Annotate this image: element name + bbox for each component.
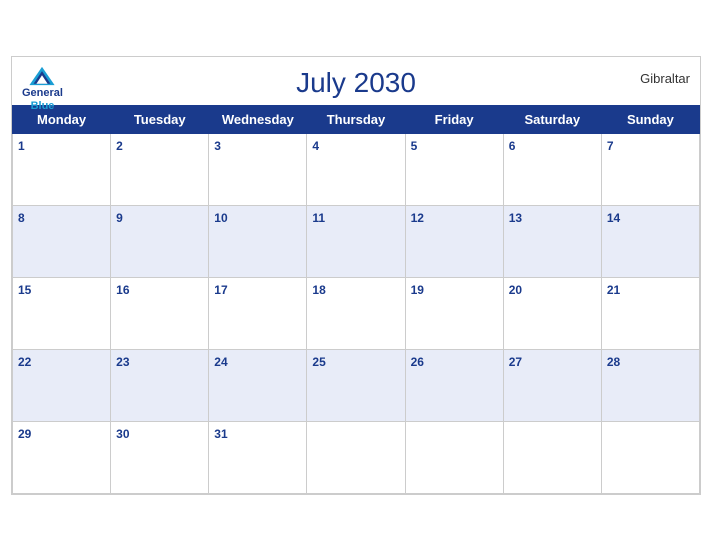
day-number: 17	[214, 283, 227, 297]
logo: General Blue	[22, 65, 63, 113]
day-number: 18	[312, 283, 325, 297]
calendar-cell	[601, 421, 699, 493]
day-number: 24	[214, 355, 227, 369]
calendar-cell: 18	[307, 277, 405, 349]
day-number: 5	[411, 139, 418, 153]
calendar-cell	[503, 421, 601, 493]
day-number: 16	[116, 283, 129, 297]
day-number: 4	[312, 139, 319, 153]
calendar-cell: 8	[13, 205, 111, 277]
calendar-cell: 11	[307, 205, 405, 277]
calendar-cell: 24	[209, 349, 307, 421]
calendar-cell: 28	[601, 349, 699, 421]
day-number: 22	[18, 355, 31, 369]
calendar-cell: 7	[601, 133, 699, 205]
calendar-cell: 1	[13, 133, 111, 205]
day-number: 25	[312, 355, 325, 369]
day-number: 23	[116, 355, 129, 369]
calendar-cell	[307, 421, 405, 493]
calendar-cell: 3	[209, 133, 307, 205]
logo-icon	[28, 65, 56, 87]
calendar-cell: 27	[503, 349, 601, 421]
calendar-cell	[405, 421, 503, 493]
calendar-cell: 30	[111, 421, 209, 493]
day-number: 13	[509, 211, 522, 225]
col-wednesday: Wednesday	[209, 105, 307, 133]
day-number: 21	[607, 283, 620, 297]
calendar-week-row: 29 30 31	[13, 421, 700, 493]
calendar-container: General Blue July 2030 Gibraltar Monday …	[11, 56, 701, 495]
calendar-cell: 6	[503, 133, 601, 205]
calendar-header: General Blue July 2030 Gibraltar	[12, 57, 700, 105]
col-friday: Friday	[405, 105, 503, 133]
calendar-cell: 17	[209, 277, 307, 349]
calendar-cell: 26	[405, 349, 503, 421]
calendar-cell: 9	[111, 205, 209, 277]
day-number: 27	[509, 355, 522, 369]
calendar-table: Monday Tuesday Wednesday Thursday Friday…	[12, 105, 700, 494]
day-number: 12	[411, 211, 424, 225]
day-number: 7	[607, 139, 614, 153]
logo-general: General	[22, 87, 63, 100]
logo-blue: Blue	[31, 100, 55, 113]
calendar-cell: 16	[111, 277, 209, 349]
day-number: 31	[214, 427, 227, 441]
calendar-week-row: 8 9 10 11 12 13 14	[13, 205, 700, 277]
col-thursday: Thursday	[307, 105, 405, 133]
calendar-cell: 15	[13, 277, 111, 349]
calendar-cell: 21	[601, 277, 699, 349]
calendar-cell: 13	[503, 205, 601, 277]
calendar-cell: 4	[307, 133, 405, 205]
calendar-cell: 23	[111, 349, 209, 421]
day-number: 26	[411, 355, 424, 369]
calendar-body: 1234567891011121314151617181920212223242…	[13, 133, 700, 493]
col-tuesday: Tuesday	[111, 105, 209, 133]
day-number: 8	[18, 211, 25, 225]
calendar-cell: 20	[503, 277, 601, 349]
col-sunday: Sunday	[601, 105, 699, 133]
calendar-cell: 31	[209, 421, 307, 493]
calendar-week-row: 15 16 17 18 19 20 21	[13, 277, 700, 349]
day-number: 11	[312, 211, 325, 225]
calendar-cell: 2	[111, 133, 209, 205]
calendar-cell: 5	[405, 133, 503, 205]
col-saturday: Saturday	[503, 105, 601, 133]
day-number: 28	[607, 355, 620, 369]
calendar-cell: 12	[405, 205, 503, 277]
calendar-cell: 10	[209, 205, 307, 277]
day-number: 1	[18, 139, 25, 153]
calendar-week-row: 22 23 24 25 26 27 28	[13, 349, 700, 421]
day-number: 2	[116, 139, 123, 153]
day-number: 20	[509, 283, 522, 297]
calendar-cell: 19	[405, 277, 503, 349]
day-number: 15	[18, 283, 31, 297]
day-number: 10	[214, 211, 227, 225]
calendar-week-row: 1 2 3 4 5 6 7	[13, 133, 700, 205]
calendar-cell: 25	[307, 349, 405, 421]
calendar-cell: 29	[13, 421, 111, 493]
day-number: 6	[509, 139, 516, 153]
day-number: 3	[214, 139, 221, 153]
day-number: 14	[607, 211, 620, 225]
day-number: 30	[116, 427, 129, 441]
day-number: 29	[18, 427, 31, 441]
day-number: 9	[116, 211, 123, 225]
calendar-cell: 22	[13, 349, 111, 421]
weekday-header-row: Monday Tuesday Wednesday Thursday Friday…	[13, 105, 700, 133]
calendar-title: July 2030	[296, 67, 416, 99]
day-number: 19	[411, 283, 424, 297]
calendar-cell: 14	[601, 205, 699, 277]
location-label: Gibraltar	[640, 71, 690, 86]
